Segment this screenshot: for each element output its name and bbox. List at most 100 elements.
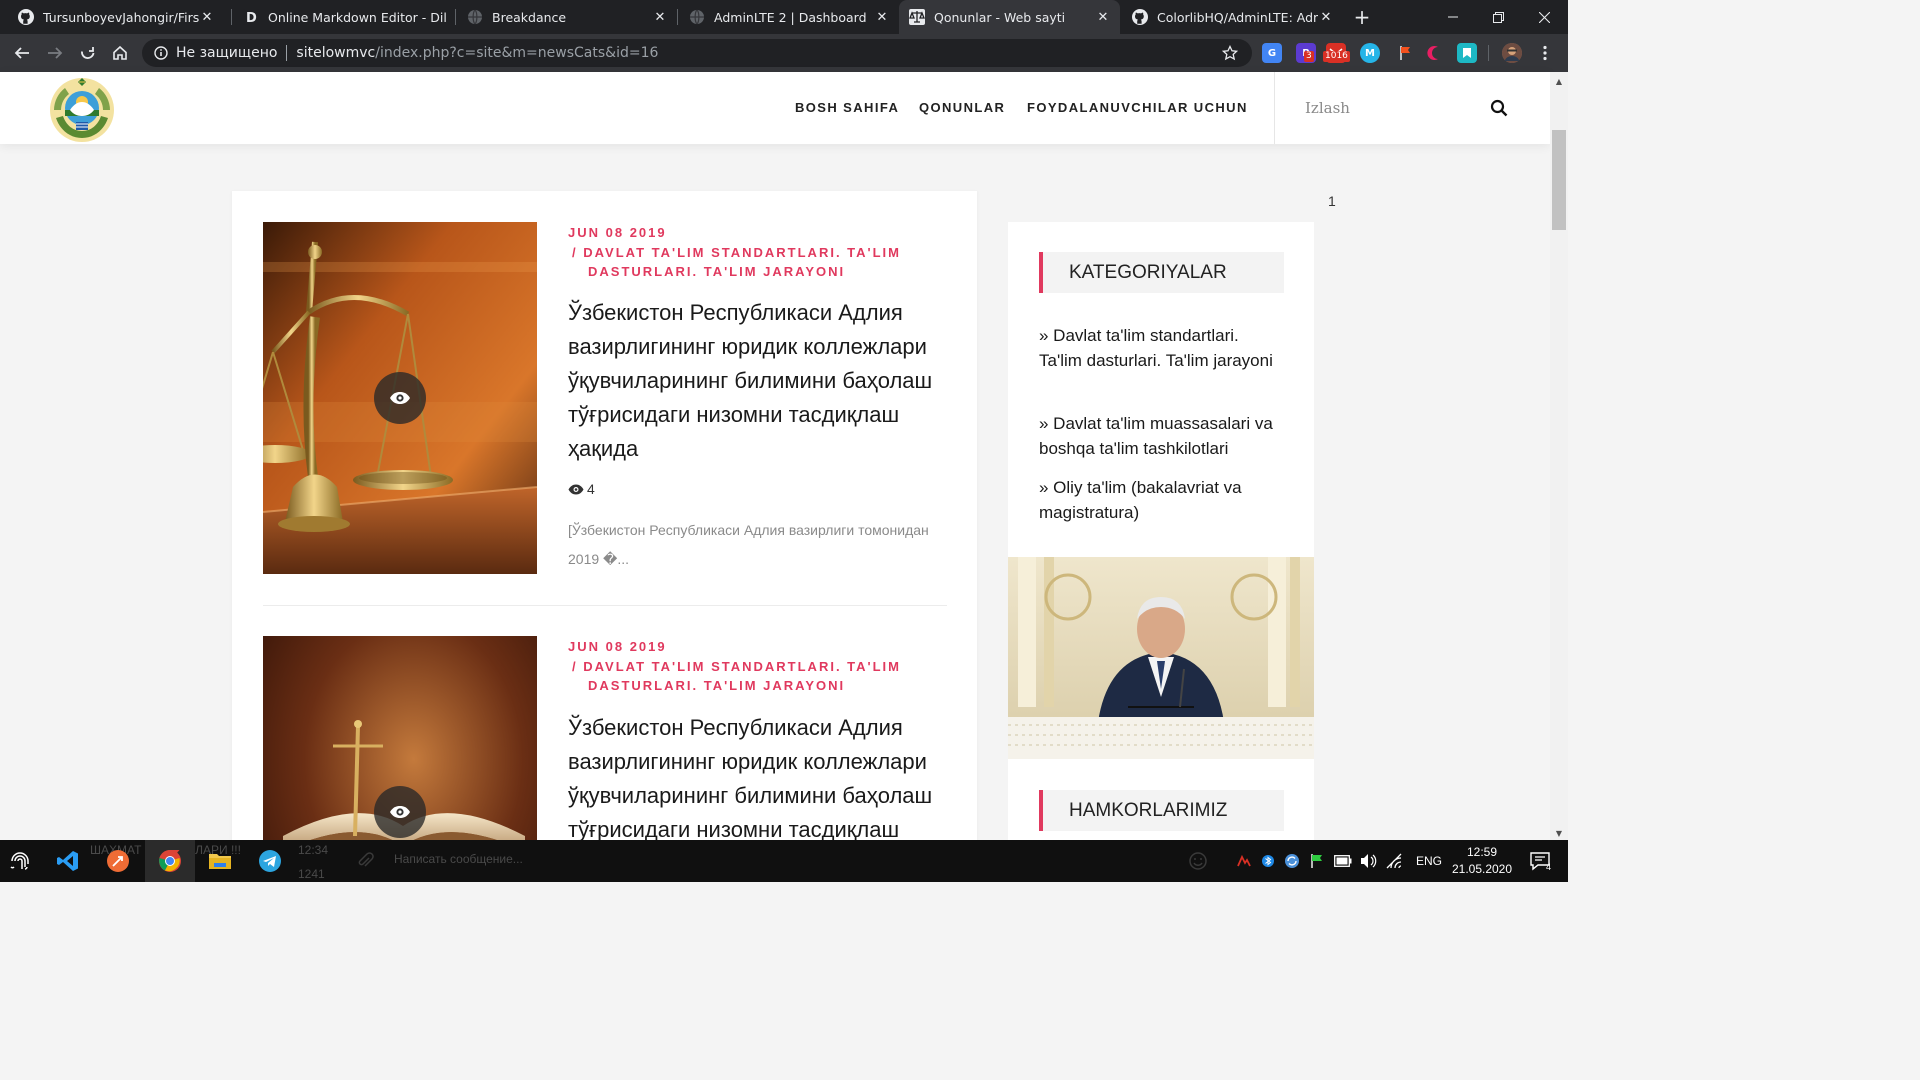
vscode-taskbar-icon[interactable] bbox=[48, 840, 88, 882]
scroll-up-arrow[interactable]: ▲ bbox=[1550, 74, 1568, 88]
forward-button[interactable] bbox=[41, 39, 69, 67]
m-extension-icon[interactable]: M bbox=[1360, 43, 1380, 63]
m-letter: M bbox=[1365, 47, 1375, 59]
tab-close-icon[interactable]: ✕ bbox=[873, 8, 891, 26]
clock-date: 21.05.2020 bbox=[1451, 862, 1513, 876]
eye-icon bbox=[390, 806, 410, 818]
post-title[interactable]: Ўзбекистон Республикаси Адлия вазирлигин… bbox=[568, 296, 948, 466]
post-category-link[interactable]: DAVLAT TA'LIM STANDARTLARI. TA'LIM DASTU… bbox=[583, 245, 901, 280]
github-icon bbox=[1132, 9, 1148, 25]
post-thumbnail-scales[interactable] bbox=[263, 222, 537, 574]
sidebar-banner-image[interactable] bbox=[1008, 557, 1314, 759]
background-ghost-text: Написать сообщение... bbox=[394, 852, 523, 866]
tab-close-icon[interactable]: ✕ bbox=[1318, 8, 1334, 26]
volume-icon[interactable] bbox=[1360, 853, 1378, 869]
view-overlay-button[interactable] bbox=[374, 786, 426, 838]
bluetooth-icon[interactable] bbox=[1262, 853, 1274, 869]
bookmark-star-button[interactable] bbox=[1216, 39, 1244, 67]
url-path: /index.php?c=site&m=newsCats&id=16 bbox=[375, 45, 659, 61]
mail-badge: 1016 bbox=[1323, 51, 1350, 62]
tab-github-firstla[interactable]: TursunboyevJahongir/FirstLa ✕ bbox=[8, 0, 223, 34]
bookmark-extension-icon[interactable] bbox=[1457, 43, 1477, 63]
tab-label: TursunboyevJahongir/FirstLa bbox=[43, 9, 200, 25]
flag-icon[interactable] bbox=[1310, 853, 1324, 869]
tab-colorlib-adminlte[interactable]: ColorlibHQ/AdminLTE: Admin ✕ bbox=[1122, 0, 1342, 34]
post-item: JUN 08 2019 / DAVLAT TA'LIM STANDARTLARI… bbox=[263, 636, 947, 851]
back-button[interactable] bbox=[8, 39, 36, 67]
tab-breakdance[interactable]: Breakdance ✕ bbox=[457, 0, 677, 34]
tab-label: ColorlibHQ/AdminLTE: Admin bbox=[1157, 9, 1318, 25]
file-explorer-taskbar-icon[interactable] bbox=[200, 840, 240, 882]
info-icon[interactable] bbox=[154, 46, 168, 60]
wifi-icon[interactable] bbox=[1386, 853, 1404, 869]
battery-icon[interactable] bbox=[1334, 855, 1352, 867]
search-input[interactable] bbox=[1305, 96, 1475, 120]
tab-separator bbox=[677, 9, 678, 25]
close-window-button[interactable] bbox=[1521, 0, 1567, 34]
tab-close-icon[interactable]: ✕ bbox=[651, 8, 669, 26]
flag-extension-icon[interactable] bbox=[1395, 43, 1415, 63]
scales-icon bbox=[909, 9, 925, 25]
partners-widget-title: HAMKORLARIMIZ bbox=[1039, 790, 1284, 831]
tab-label: AdminLTE 2 | Dashboard bbox=[714, 9, 867, 25]
sidebar-category-link[interactable]: » Davlat ta'lim muassasalari va boshqa t… bbox=[1039, 412, 1284, 461]
telegram-taskbar-icon[interactable] bbox=[250, 840, 290, 882]
activity-icon[interactable] bbox=[1236, 853, 1252, 869]
arrow-right-icon bbox=[48, 47, 63, 59]
sidebar-category-link[interactable]: » Oliy ta'lim (bakalavriat va magistratu… bbox=[1039, 476, 1284, 525]
star-icon bbox=[1222, 45, 1238, 61]
reload-button[interactable] bbox=[74, 39, 102, 67]
security-label[interactable]: Не защищено bbox=[176, 45, 277, 61]
clock-time: 12:59 bbox=[1466, 845, 1498, 859]
postman-taskbar-icon[interactable] bbox=[98, 840, 138, 882]
tab-label: Breakdance bbox=[492, 9, 567, 25]
translate-extension-icon[interactable]: G bbox=[1262, 43, 1282, 63]
extension-badge: 3 bbox=[1304, 51, 1314, 62]
pagination-label[interactable]: 1 bbox=[1328, 193, 1336, 209]
view-overlay-button[interactable] bbox=[374, 372, 426, 424]
globe-icon bbox=[689, 9, 705, 25]
language-indicator[interactable]: ENG bbox=[1416, 854, 1442, 868]
site-logo[interactable] bbox=[48, 76, 116, 144]
post-category-link[interactable]: DAVLAT TA'LIM STANDARTLARI. TA'LIM DASTU… bbox=[583, 659, 901, 694]
tab-close-icon[interactable]: ✕ bbox=[1094, 8, 1112, 26]
sidebar-category-link[interactable]: » Davlat ta'lim standartlari. Ta'lim das… bbox=[1039, 324, 1284, 373]
post-title[interactable]: Ўзбекистон Республикаси Адлия вазирлигин… bbox=[568, 711, 948, 851]
search-button[interactable] bbox=[1490, 99, 1510, 119]
tab-qonunlar[interactable]: Qonunlar - Web sayti ✕ bbox=[899, 0, 1120, 34]
chrome-menu-button[interactable] bbox=[1531, 39, 1559, 67]
attach-icon bbox=[350, 840, 380, 882]
tab-markdown-editor[interactable]: D Online Markdown Editor - Dil bbox=[233, 0, 453, 34]
sync-icon[interactable] bbox=[1284, 853, 1300, 869]
action-center-button[interactable]: 4 bbox=[1522, 840, 1558, 882]
nav-bosh-sahifa[interactable]: BOSH SAHIFA bbox=[795, 100, 899, 115]
address-divider bbox=[286, 45, 288, 61]
categories-widget-title: KATEGORIYALAR bbox=[1039, 252, 1284, 293]
moon-extension-icon[interactable] bbox=[1425, 43, 1445, 63]
tab-adminlte-dashboard[interactable]: AdminLTE 2 | Dashboard ✕ bbox=[679, 0, 899, 34]
system-tray: ENG bbox=[1236, 840, 1442, 882]
notification-count: 4 bbox=[1546, 862, 1552, 872]
restore-button[interactable] bbox=[1475, 0, 1521, 34]
post-thumbnail-book[interactable] bbox=[263, 636, 537, 851]
close-icon bbox=[1538, 11, 1550, 23]
chrome-taskbar-icon[interactable] bbox=[150, 840, 190, 882]
profile-avatar[interactable] bbox=[1502, 43, 1522, 63]
background-ghost-text: 1241 bbox=[298, 867, 325, 881]
nav-qonunlar[interactable]: QONUNLAR bbox=[919, 100, 1005, 115]
tab-close-icon[interactable]: ✕ bbox=[199, 8, 215, 26]
nav-foydalanuvchilar-uchun[interactable]: FOYDALANUVCHILAR UCHUN bbox=[1027, 100, 1248, 115]
post-divider bbox=[263, 605, 947, 606]
scroll-down-arrow[interactable]: ▼ bbox=[1550, 826, 1568, 840]
post-date: JUN 08 2019 bbox=[568, 639, 667, 654]
browser-tab-strip: TursunboyevJahongir/FirstLa ✕ D Online M… bbox=[0, 0, 1568, 34]
home-button[interactable] bbox=[106, 39, 134, 67]
minimize-button[interactable] bbox=[1430, 0, 1476, 34]
new-tab-button[interactable]: + bbox=[1350, 5, 1374, 29]
scrollbar-thumb[interactable] bbox=[1552, 130, 1566, 230]
address-bar[interactable]: Не защищено sitelowmvc/index.php?c=site&… bbox=[142, 39, 1252, 67]
emoji-icon bbox=[1184, 840, 1212, 882]
taskbar-clock[interactable]: 12:59 21.05.2020 bbox=[1442, 844, 1522, 878]
fingerprint-icon[interactable] bbox=[0, 840, 40, 882]
post-item: JUN 08 2019 / DAVLAT TA'LIM STANDARTLARI… bbox=[263, 222, 947, 574]
